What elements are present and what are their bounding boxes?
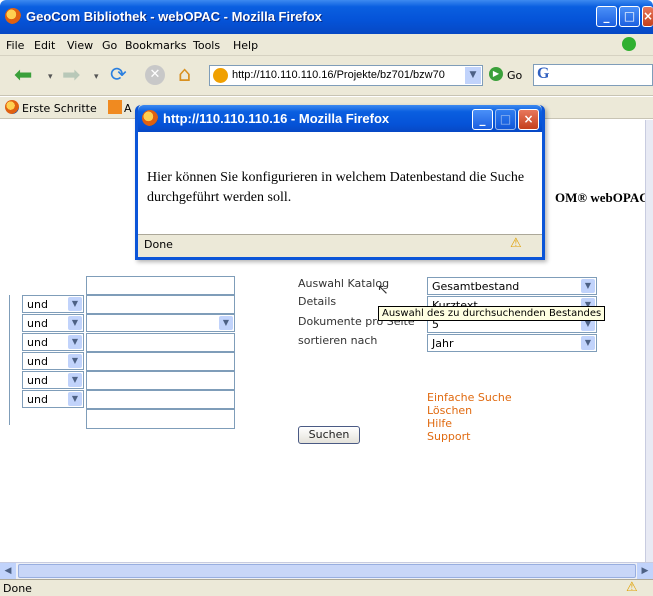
popup-warning-icon[interactable]: ⚠ xyxy=(510,236,522,251)
mouse-cursor-icon: ↖ xyxy=(377,282,389,298)
sortieren-label: sortieren nach xyxy=(298,334,378,347)
search-field-4[interactable] xyxy=(86,352,235,371)
go-button[interactable]: Go xyxy=(507,69,522,82)
popup-body: Hier können Sie konfigurieren in welchem… xyxy=(138,132,542,235)
popup-message: Hier können Sie konfigurieren in welchem… xyxy=(147,170,525,205)
minimize-button[interactable]: _ xyxy=(596,6,617,27)
forward-arrow-icon[interactable]: ➡ xyxy=(62,65,80,87)
forward-dropdown-icon[interactable]: ▾ xyxy=(94,72,99,82)
search-field-3[interactable] xyxy=(86,333,235,352)
go-icon[interactable]: ▶ xyxy=(489,67,503,81)
menu-file[interactable]: File xyxy=(6,39,24,52)
menu-view[interactable]: View xyxy=(67,39,93,52)
operator-select[interactable]: und ▼ xyxy=(22,371,84,389)
details-label: Details xyxy=(298,295,337,308)
google-icon: G xyxy=(537,65,550,82)
link-loeschen[interactable]: Löschen xyxy=(427,404,512,417)
katalog-label: Auswahl Katalog xyxy=(298,277,390,290)
sortieren-select[interactable]: Jahr ▼ xyxy=(427,334,597,352)
menu-bookmarks[interactable]: Bookmarks xyxy=(125,39,186,52)
address-bar[interactable]: http://110.110.110.16/Projekte/bz701/bzw… xyxy=(209,65,483,86)
search-field-5[interactable] xyxy=(86,371,235,390)
stop-icon[interactable]: ✕ xyxy=(145,65,165,85)
popup-close-button[interactable]: × xyxy=(518,109,539,130)
firefox-icon xyxy=(142,110,158,126)
brand-title: OM® webOPAC xyxy=(555,190,649,205)
popup-minimize-button[interactable]: _ xyxy=(472,109,493,130)
link-list: Einfache Suche Löschen Hilfe Support xyxy=(427,391,512,443)
operator-select[interactable]: und ▼ xyxy=(22,352,84,370)
dropdown-arrow-icon: ▼ xyxy=(68,316,82,330)
menu-go[interactable]: Go xyxy=(102,39,117,52)
dropdown-arrow-icon: ▼ xyxy=(68,392,82,406)
link-support[interactable]: Support xyxy=(427,430,512,443)
link-hilfe[interactable]: Hilfe xyxy=(427,417,512,430)
home-icon[interactable]: ⌂ xyxy=(178,62,191,86)
popup-title: http://110.110.110.16 - Mozilla Firefox xyxy=(163,111,390,126)
bookmark-a[interactable]: A xyxy=(124,102,132,115)
dropdown-arrow-icon: ▼ xyxy=(68,297,82,311)
rss-icon xyxy=(108,100,122,114)
status-bar: Done ⚠ xyxy=(0,579,653,596)
popup-status-text: Done xyxy=(144,238,173,251)
menu-bar xyxy=(0,34,653,56)
search-input[interactable]: G xyxy=(533,64,653,86)
reload-icon[interactable]: ⟳ xyxy=(110,63,127,85)
back-arrow-icon[interactable]: ⬅ xyxy=(14,65,32,87)
vertical-scrollbar[interactable] xyxy=(645,120,653,562)
warning-icon[interactable]: ⚠ xyxy=(626,580,638,595)
site-icon xyxy=(213,68,228,83)
close-button[interactable]: × xyxy=(642,6,653,27)
search-button[interactable]: Suchen xyxy=(298,426,360,444)
window-titlebar: GeoCom Bibliothek - webOPAC - Mozilla Fi… xyxy=(0,0,653,34)
dropdown-arrow-icon: ▼ xyxy=(68,335,82,349)
url-dropdown-icon[interactable]: ▼ xyxy=(465,67,481,84)
firefox-icon xyxy=(5,8,21,24)
update-icon[interactable] xyxy=(622,37,636,51)
bookmark-erste-schritte[interactable]: Erste Schritte xyxy=(22,102,97,115)
url-text: http://110.110.110.16/Projekte/bz701/bzw… xyxy=(232,69,445,81)
firefox-small-icon xyxy=(5,100,19,114)
dropdown-arrow-icon: ▼ xyxy=(68,373,82,387)
dropdown-arrow-icon: ▼ xyxy=(219,316,233,330)
field-select[interactable]: ▼ xyxy=(86,314,235,332)
status-text: Done xyxy=(3,582,32,595)
operator-select[interactable]: und ▼ xyxy=(22,295,84,313)
link-einfache-suche[interactable]: Einfache Suche xyxy=(427,391,512,404)
search-field-6[interactable] xyxy=(86,390,235,409)
left-edge xyxy=(0,295,10,425)
popup-maximize-button[interactable]: □ xyxy=(495,109,516,130)
menu-edit[interactable]: Edit xyxy=(34,39,55,52)
dropdown-arrow-icon: ▼ xyxy=(581,279,595,293)
dropdown-arrow-icon: ▼ xyxy=(68,354,82,368)
popup-window: http://110.110.110.16 - Mozilla Firefox … xyxy=(135,105,545,260)
horizontal-scrollbar[interactable]: ◀ ▶ xyxy=(0,562,653,579)
tooltip: Auswahl des zu durchsuchenden Bestandes xyxy=(378,306,606,321)
search-field-7[interactable] xyxy=(86,409,235,429)
operator-select[interactable]: und ▼ xyxy=(22,314,84,332)
window-title: GeoCom Bibliothek - webOPAC - Mozilla Fi… xyxy=(26,9,322,24)
katalog-select[interactable]: Gesamtbestand ▼ xyxy=(427,277,597,295)
search-field-2[interactable] xyxy=(86,295,235,314)
scroll-right-icon[interactable]: ▶ xyxy=(637,563,653,579)
menu-help[interactable]: Help xyxy=(233,39,258,52)
search-field-1[interactable] xyxy=(86,276,235,295)
popup-titlebar: http://110.110.110.16 - Mozilla Firefox … xyxy=(138,105,542,132)
dropdown-arrow-icon: ▼ xyxy=(581,336,595,350)
maximize-button[interactable]: □ xyxy=(619,6,640,27)
operator-select[interactable]: und ▼ xyxy=(22,390,84,408)
back-dropdown-icon[interactable]: ▾ xyxy=(48,72,53,82)
menu-tools[interactable]: Tools xyxy=(193,39,220,52)
scroll-left-icon[interactable]: ◀ xyxy=(0,563,16,579)
operator-select[interactable]: und ▼ xyxy=(22,333,84,351)
scroll-thumb[interactable] xyxy=(18,564,636,578)
